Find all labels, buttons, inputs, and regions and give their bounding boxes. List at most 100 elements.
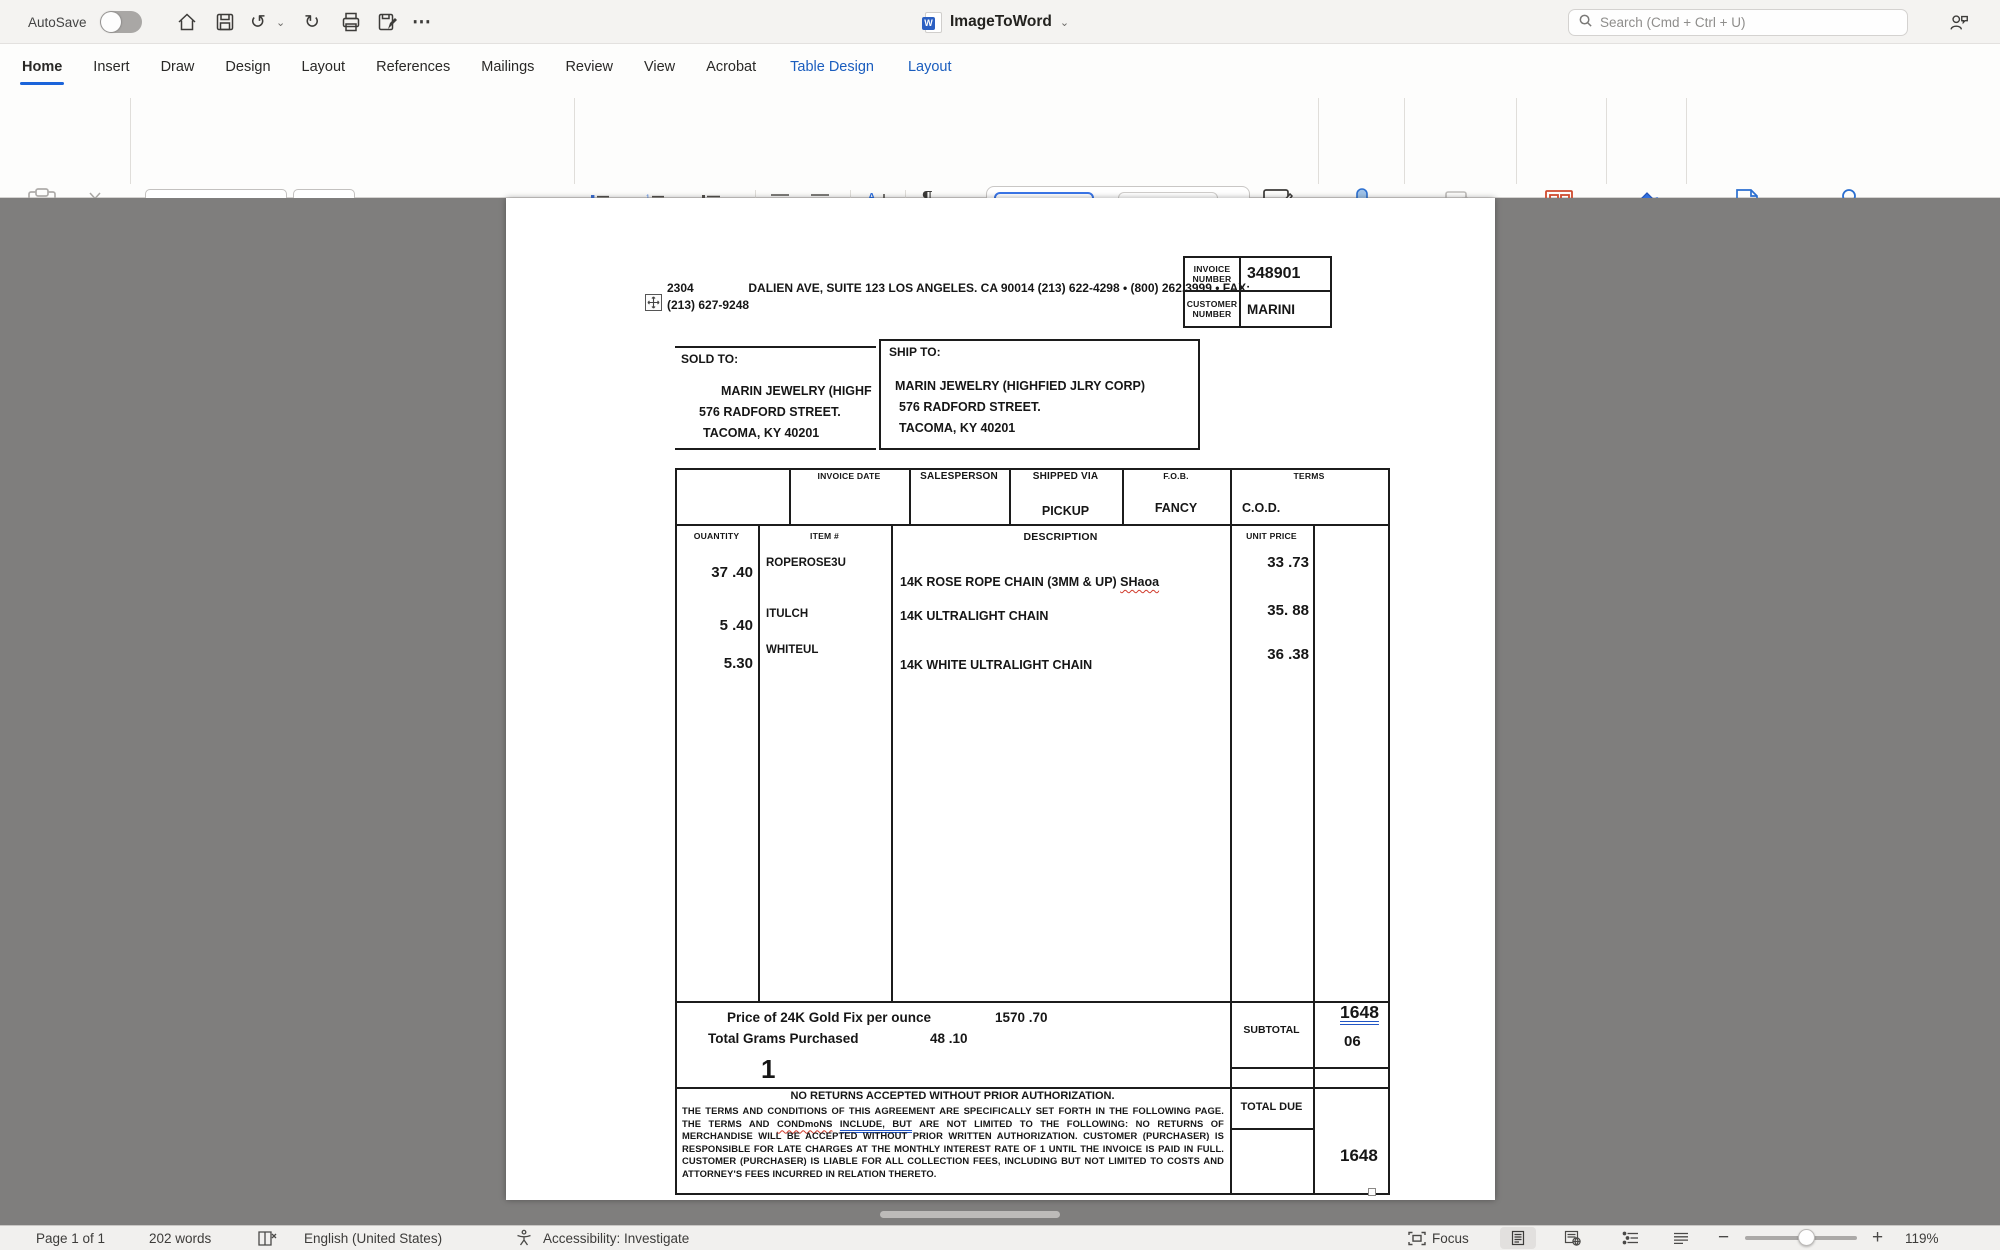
web-layout-view-button[interactable] — [1554, 1227, 1590, 1249]
table-resize-handle[interactable] — [1368, 1188, 1376, 1196]
tab-table-design[interactable]: Table Design — [788, 55, 876, 79]
zoom-slider-thumb[interactable] — [1798, 1229, 1815, 1246]
horizontal-scrollbar[interactable] — [880, 1211, 1060, 1218]
search-icon — [1578, 13, 1593, 33]
item-code: WHITEUL — [766, 644, 818, 656]
header-shipped-via: SHIPPED VIA — [1009, 471, 1122, 482]
ribbon-home: Paste ⌄ Calibri⌄ 11⌄ Aˆ A⌄ Aa⌄ A◆ B I U … — [0, 90, 2000, 198]
ship-to-line: 576 RADFORD STREET. — [899, 400, 1041, 414]
header-invoice-date: INVOICE DATE — [789, 471, 909, 481]
tab-design[interactable]: Design — [223, 55, 272, 79]
tab-insert[interactable]: Insert — [91, 55, 131, 79]
item-qty: 5 .40 — [675, 617, 753, 634]
letterhead-line2: (213) 627-9248 — [667, 298, 749, 312]
total-due-value: 1648 — [1340, 1146, 1378, 1166]
save-as-icon[interactable] — [376, 11, 398, 33]
ship-to-box: SHIP TO: MARIN JEWELRY (HIGHFIED JLRY CO… — [879, 339, 1200, 450]
ship-to-line: MARIN JEWELRY (HIGHFIED JLRY CORP) — [895, 379, 1145, 393]
invoice-number-value: 348901 — [1241, 258, 1330, 292]
header-item: ITEM # — [758, 531, 891, 541]
zoom-level[interactable]: 119% — [1905, 1226, 1939, 1250]
autosave-toggle[interactable] — [100, 0, 142, 44]
sold-to-box: SOLD TO: MARIN JEWELRY (HIGHF 576 RADFOR… — [675, 346, 876, 450]
word-count[interactable]: 202 words — [149, 1226, 211, 1250]
subtotal-cents: 06 — [1344, 1033, 1361, 1050]
gold-fix-value: 1570 .70 — [995, 1010, 1048, 1025]
autosave-label: AutoSave — [28, 0, 87, 44]
total-due-label: TOTAL DUE — [1230, 1101, 1313, 1113]
search-input[interactable] — [1600, 15, 1880, 30]
document-canvas[interactable]: 2304 DALIEN AVE, SUITE 123 LOS ANGELES. … — [0, 198, 2000, 1225]
more-commands-icon[interactable]: ⋯ — [412, 0, 431, 44]
title-bar: AutoSave ↺ ⌄ ↻ ⋯ W ImageToWord ⌄ — [0, 0, 2000, 44]
customer-number-value: MARINI — [1241, 292, 1330, 326]
grams-purchased-label: Total Grams Purchased — [708, 1031, 859, 1046]
shipped-via-value: PICKUP — [1009, 504, 1122, 518]
tab-references[interactable]: References — [374, 55, 452, 79]
tab-layout[interactable]: Layout — [300, 55, 348, 79]
accessibility-status[interactable]: Accessibility: Investigate — [543, 1226, 689, 1250]
sold-to-line: 576 RADFORD STREET. — [699, 405, 841, 419]
terms-and-conditions: THE TERMS AND CONDITIONS OF THIS AGREEME… — [682, 1105, 1224, 1181]
item-qty: 37 .40 — [675, 564, 753, 581]
table-move-handle-icon[interactable] — [645, 294, 662, 311]
header-fob: F.O.B. — [1122, 471, 1230, 481]
tab-view[interactable]: View — [642, 55, 677, 79]
draft-view-button[interactable] — [1663, 1227, 1699, 1249]
redo-icon[interactable]: ↻ — [304, 0, 320, 44]
search-box[interactable] — [1568, 9, 1908, 36]
letterhead-address: DALIEN AVE, SUITE 123 LOS ANGELES. CA 90… — [748, 281, 1250, 295]
tab-table-layout[interactable]: Layout — [906, 55, 954, 79]
letterhead-street-number: 2304 — [667, 281, 694, 295]
undo-icon[interactable]: ↺ — [250, 0, 266, 44]
document-title[interactable]: ImageToWord — [950, 13, 1052, 31]
focus-button[interactable]: Focus — [1408, 1226, 1469, 1250]
spellcheck-flagged-text: CONDmoNS — [777, 1118, 833, 1129]
tab-draw[interactable]: Draw — [159, 55, 197, 79]
page-count[interactable]: Page 1 of 1 — [36, 1226, 105, 1250]
tab-review[interactable]: Review — [563, 55, 615, 79]
header-salesperson: SALESPERSON — [909, 471, 1009, 482]
word-app-window: { "titlebar": { "autosave": "AutoSave", … — [0, 0, 2000, 1250]
item-price: 33 .73 — [1230, 554, 1309, 571]
fob-value: FANCY — [1122, 501, 1230, 515]
gold-fix-label: Price of 24K Gold Fix per ounce — [727, 1010, 931, 1025]
accessibility-icon[interactable] — [515, 1226, 533, 1250]
ribbon-tabs: Home Insert Draw Design Layout Reference… — [20, 44, 954, 90]
no-returns-notice: NO RETURNS ACCEPTED WITHOUT PRIOR AUTHOR… — [675, 1090, 1230, 1102]
print-layout-view-button[interactable] — [1500, 1227, 1536, 1249]
zoom-out-button[interactable]: − — [1718, 1226, 1729, 1250]
item-desc: 14K ROSE ROPE CHAIN (3MM & UP) SHaoa — [900, 575, 1159, 589]
spellcheck-flagged-text: SHaoa — [1120, 575, 1159, 589]
proofing-status-icon[interactable] — [256, 1226, 278, 1250]
document-page[interactable]: 2304 DALIEN AVE, SUITE 123 LOS ANGELES. … — [506, 198, 1495, 1200]
ribbon-tab-row: Home Insert Draw Design Layout Reference… — [0, 44, 2000, 90]
item-code: ROPEROSE3U — [766, 557, 846, 569]
title-chevron-icon[interactable]: ⌄ — [1060, 16, 1069, 29]
document-title-group[interactable]: W ImageToWord ⌄ — [925, 0, 1069, 44]
toggle-off-icon — [100, 11, 142, 33]
subtotal-label: SUBTOTAL — [1230, 1024, 1313, 1036]
ship-to-line: TACOMA, KY 40201 — [899, 421, 1015, 435]
status-bar: Page 1 of 1 202 words English (United St… — [0, 1225, 2000, 1250]
tab-mailings[interactable]: Mailings — [479, 55, 536, 79]
print-icon[interactable] — [340, 11, 362, 33]
item-desc: 14K ULTRALIGHT CHAIN — [900, 609, 1048, 623]
undo-chevron-icon[interactable]: ⌄ — [276, 0, 285, 44]
tab-home[interactable]: Home — [20, 55, 64, 79]
home-icon[interactable] — [176, 11, 198, 33]
outline-view-button[interactable] — [1612, 1227, 1648, 1249]
save-icon[interactable] — [214, 11, 236, 33]
word-document-icon: W — [925, 12, 942, 33]
customer-number-label: CUSTOMERNUMBER — [1185, 292, 1241, 326]
presence-people-icon[interactable] — [1948, 11, 1970, 33]
tab-acrobat[interactable]: Acrobat — [704, 55, 758, 79]
zoom-in-button[interactable]: + — [1872, 1226, 1883, 1250]
language-status[interactable]: English (United States) — [304, 1226, 442, 1250]
header-unit-price: UNIT PRICE — [1230, 531, 1313, 541]
item-price: 35. 88 — [1230, 602, 1309, 619]
focus-icon — [1408, 1231, 1426, 1246]
sold-to-line: TACOMA, KY 40201 — [703, 426, 819, 440]
letterhead-line1: 2304 DALIEN AVE, SUITE 123 LOS ANGELES. … — [667, 281, 1250, 295]
header-terms: TERMS — [1230, 471, 1388, 481]
